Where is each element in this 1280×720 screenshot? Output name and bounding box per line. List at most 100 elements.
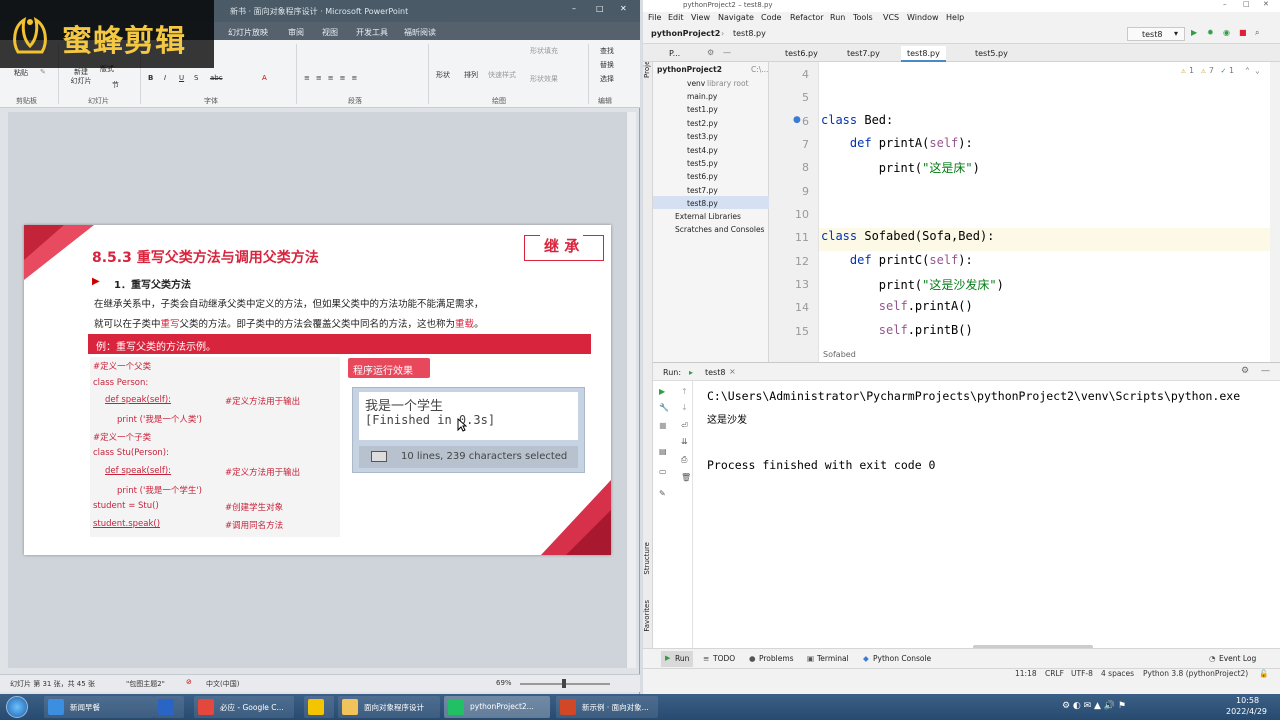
pin-icon[interactable]: ✎ — [659, 489, 666, 498]
maximize-icon[interactable]: □ — [596, 4, 604, 13]
strike-button[interactable]: abc — [210, 74, 223, 82]
section-button[interactable]: 节 — [112, 80, 119, 90]
find-button[interactable]: 查找 — [600, 46, 614, 56]
breadcrumb-project[interactable]: pythonProject2 — [651, 29, 720, 38]
clock-time[interactable]: 10:58 — [1236, 696, 1259, 705]
chevron-down-icon[interactable]: ⌄ — [1255, 66, 1260, 75]
tree-file-selected[interactable]: test8.py — [687, 199, 718, 208]
bottom-tab-todo[interactable]: TODO — [713, 654, 735, 663]
tree-file[interactable]: test1.py — [687, 105, 718, 114]
indent-setting[interactable]: 4 spaces — [1101, 669, 1134, 678]
menu-window[interactable]: Window — [907, 13, 939, 22]
shape-effect-button[interactable]: 形状效果 — [530, 74, 558, 84]
override-marker-icon[interactable]: ● — [793, 115, 801, 125]
event-log-button[interactable]: Event Log — [1219, 654, 1256, 663]
maximize-icon[interactable]: □ — [1243, 0, 1250, 8]
structure-breadcrumb[interactable]: Sofabed — [823, 350, 856, 359]
interpreter[interactable]: Python 3.8 (pythonProject2) — [1143, 669, 1248, 678]
tab-developer[interactable]: 开发工具 — [356, 27, 388, 38]
language[interactable]: 中文(中国) — [206, 679, 239, 689]
tab-test6[interactable]: test6.py — [779, 46, 824, 62]
taskbar-item[interactable] — [154, 696, 184, 718]
shape-fill-button[interactable]: 形状填充 — [530, 46, 558, 56]
line-separator[interactable]: CRLF — [1045, 669, 1064, 678]
slide[interactable]: 8.5.3 重写父类方法与调用父类方法 继 承 ▶ 1．重写父类方法 在继承关系… — [24, 225, 611, 555]
zoom-level[interactable]: 69% — [496, 679, 512, 687]
start-button[interactable] — [6, 696, 28, 718]
search-icon[interactable]: ⌕ — [1255, 28, 1259, 38]
trash-icon[interactable]: 🗑 — [681, 473, 691, 482]
stop-icon[interactable]: ■ — [1239, 28, 1247, 37]
layout-icon[interactable]: ▤ — [659, 447, 667, 456]
menu-code[interactable]: Code — [761, 13, 781, 22]
tree-file[interactable]: test6.py — [687, 172, 718, 181]
shape-button[interactable]: 形状 — [436, 70, 450, 80]
soft-wrap-icon[interactable]: ⏎ — [681, 421, 688, 430]
menu-run[interactable]: Run — [830, 13, 845, 22]
bold-button[interactable]: B — [148, 74, 153, 82]
shadow-button[interactable]: S — [194, 74, 198, 82]
debug-icon[interactable]: ✹ — [1207, 28, 1214, 37]
typo-icon[interactable]: ✓ — [1221, 66, 1226, 75]
rerun-icon[interactable]: ▶ — [659, 387, 665, 396]
collapse-icon[interactable]: — — [723, 48, 731, 57]
tree-file[interactable]: test2.py — [687, 119, 718, 128]
tab-test7[interactable]: test7.py — [841, 46, 886, 62]
taskbar-item[interactable]: 新示例 · 面向对象... — [556, 696, 658, 718]
taskbar-item[interactable] — [304, 696, 334, 718]
taskbar-item[interactable]: 新闻早餐 — [44, 696, 154, 718]
spellcheck-icon[interactable]: ⊘ — [186, 678, 192, 686]
scroll-up-icon[interactable]: ↑ — [681, 387, 688, 396]
settings-icon[interactable]: ⚙ — [1241, 366, 1249, 376]
menu-edit[interactable]: Edit — [668, 13, 684, 22]
menu-file[interactable]: File — [648, 13, 661, 22]
tab-view[interactable]: 视图 — [322, 27, 338, 38]
clock-date[interactable]: 2022/4/29 — [1226, 707, 1267, 716]
taskbar-item[interactable]: 面向对象程序设计 — [338, 696, 440, 718]
tree-file[interactable]: test3.py — [687, 132, 718, 141]
menu-tools[interactable]: Tools — [853, 13, 873, 22]
scroll-to-end-icon[interactable]: ⇊ — [681, 437, 688, 446]
cursor-position[interactable]: 11:18 — [1015, 669, 1037, 678]
tree-root[interactable]: pythonProject2 — [657, 65, 722, 74]
taskbar-item[interactable]: pythonProject2... — [444, 696, 550, 718]
select-button[interactable]: 选择 — [600, 74, 614, 84]
align-buttons[interactable]: ≡≡≡≡≡ — [304, 74, 363, 82]
menu-refactor[interactable]: Refactor — [790, 13, 824, 22]
run-config-dropdown[interactable]: test8 ▾ — [1127, 27, 1185, 41]
zoom-slider-thumb[interactable] — [562, 679, 566, 688]
tray-icons[interactable]: ⚙ ◐ ✉ ▲ 🔊 ⚑ — [1062, 701, 1126, 711]
tab-test5[interactable]: test5.py — [969, 46, 1014, 62]
chevron-up-icon[interactable]: ⌃ — [1245, 66, 1250, 75]
bottom-tab-python-console[interactable]: Python Console — [873, 654, 931, 663]
quick-styles-button[interactable]: 快速样式 — [488, 70, 516, 80]
stop-icon[interactable]: ■ — [659, 421, 667, 430]
warning-icon[interactable]: ⚠ — [1181, 66, 1186, 75]
tree-file[interactable]: main.py — [687, 92, 717, 101]
arrange-button[interactable]: 排列 — [464, 70, 478, 80]
bottom-tab-problems[interactable]: Problems — [759, 654, 794, 663]
bottom-tab-terminal[interactable]: Terminal — [817, 654, 849, 663]
project-view-selector[interactable]: P... — [663, 46, 686, 62]
tab-foxit[interactable]: 福昕阅读 — [404, 27, 436, 38]
wrench-icon[interactable]: 🔧 — [659, 403, 669, 412]
close-icon[interactable]: ✕ — [620, 4, 627, 13]
run-icon[interactable]: ▶ — [1191, 28, 1197, 37]
italic-button[interactable]: I — [164, 74, 166, 82]
scroll-down-icon[interactable]: ↓ — [681, 403, 688, 412]
underline-button[interactable]: U — [179, 74, 184, 82]
favorites-tool-button[interactable]: Favorites — [643, 600, 651, 632]
file-encoding[interactable]: UTF-8 — [1071, 669, 1093, 678]
ppt-vertical-scrollbar[interactable] — [626, 112, 636, 668]
structure-tool-button[interactable]: Structure — [643, 542, 651, 575]
menu-help[interactable]: Help — [946, 13, 964, 22]
coverage-icon[interactable]: ◉ — [1223, 28, 1230, 37]
weak-warning-icon[interactable]: ⚠ — [1201, 66, 1206, 75]
tree-file[interactable]: test4.py — [687, 146, 718, 155]
run-tab-test8[interactable]: test8 — [705, 368, 725, 377]
minimize-panel-icon[interactable]: — — [1261, 366, 1270, 376]
format-painter-icon[interactable]: ✎ — [40, 68, 46, 76]
tree-file[interactable]: test5.py — [687, 159, 718, 168]
settings-icon[interactable]: ⚙ — [707, 48, 714, 57]
code-editor[interactable]: class Bed: def printA(self): print("这是床"… — [819, 62, 1270, 362]
